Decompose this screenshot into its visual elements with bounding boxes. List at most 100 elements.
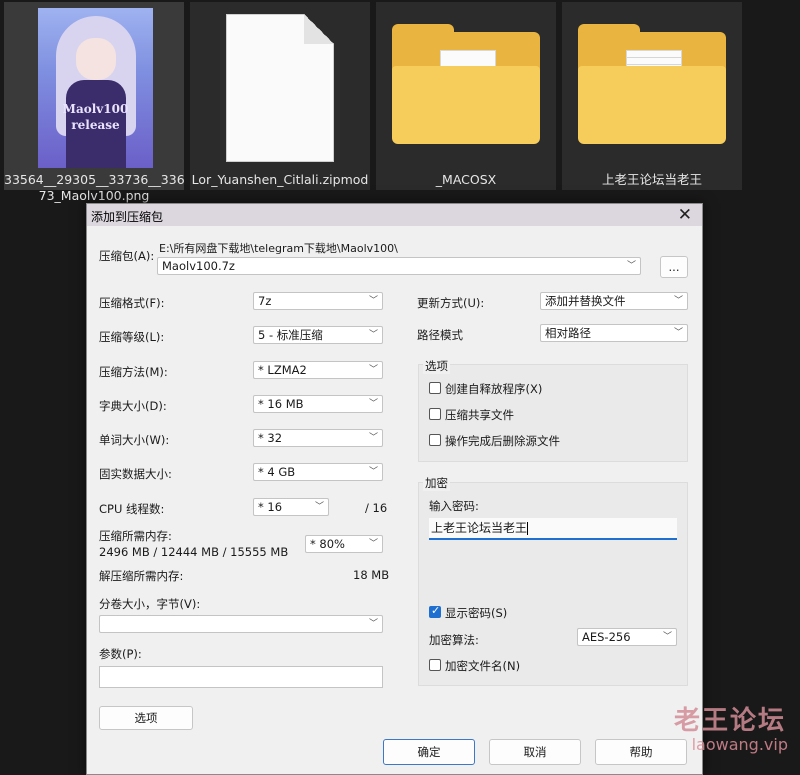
- chevron-down-icon: ﹀: [368, 467, 378, 477]
- path-value: 相对路径: [545, 326, 591, 340]
- path-select[interactable]: 相对路径 ﹀: [540, 324, 688, 342]
- add-to-archive-dialog: 添加到压缩包 ✕ 压缩包(A): E:\所有网盘下载地\telegram下载地\…: [86, 203, 703, 775]
- dict-label: 字典大小(D):: [99, 399, 167, 413]
- dict-value: * 16 MB: [258, 397, 304, 411]
- solid-value: * 4 GB: [258, 465, 296, 479]
- update-select[interactable]: 添加并替换文件 ﹀: [540, 292, 688, 310]
- split-select[interactable]: ﹀: [99, 615, 383, 633]
- thumbnail-watermark-text: Maolv100: [62, 102, 129, 116]
- file-name: _MACOSX: [435, 172, 497, 187]
- update-value: 添加并替换文件: [545, 294, 626, 308]
- format-value: 7z: [258, 294, 272, 308]
- site-watermark: 老王论坛: [673, 706, 786, 736]
- chevron-down-icon: ﹀: [368, 296, 378, 306]
- encrypt-names-label[interactable]: 加密文件名(N): [445, 658, 520, 674]
- archive-name: Maolv100.7z: [162, 259, 235, 273]
- sfx-checkbox[interactable]: [429, 382, 441, 394]
- encrypt-names-checkbox[interactable]: [429, 659, 441, 671]
- shared-checkbox[interactable]: [429, 408, 441, 420]
- algo-label: 加密算法:: [429, 633, 479, 647]
- file-name: Lor_Yuanshen_Citlali.zipmod: [191, 172, 369, 187]
- chevron-down-icon: ﹀: [368, 365, 378, 375]
- archive-path: E:\所有网盘下载地\telegram下载地\Maolv100\: [159, 242, 398, 255]
- sfx-label[interactable]: 创建自释放程序(X): [445, 381, 542, 397]
- file-name: 73_Maolv100.png: [38, 188, 150, 203]
- word-select[interactable]: * 32 ﹀: [253, 429, 383, 447]
- chevron-down-icon: ﹀: [662, 632, 672, 642]
- word-value: * 32: [258, 431, 283, 445]
- options-group-title: 选项: [423, 358, 450, 374]
- method-value: * LZMA2: [258, 363, 307, 377]
- chevron-down-icon: ﹀: [368, 433, 378, 443]
- password-value: 上老王论坛当老王: [431, 521, 528, 535]
- chevron-down-icon: ﹀: [673, 296, 683, 306]
- dict-select[interactable]: * 16 MB ﹀: [253, 395, 383, 413]
- site-watermark-url: laowang.vip: [691, 735, 788, 754]
- threads-total: / 16: [365, 501, 388, 515]
- dialog-titlebar[interactable]: 添加到压缩包 ✕: [87, 204, 702, 226]
- split-label: 分卷大小，字节(V):: [99, 597, 201, 611]
- chevron-down-icon: ﹀: [673, 328, 683, 338]
- folder-icon: [578, 24, 726, 144]
- algo-select[interactable]: AES-256 ﹀: [577, 628, 677, 646]
- format-label: 压缩格式(F):: [99, 296, 165, 310]
- shared-label[interactable]: 压缩共享文件: [445, 407, 514, 423]
- mem-percent-value: * 80%: [310, 537, 345, 551]
- mem-decomp-label: 解压缩所需内存:: [99, 569, 184, 583]
- algo-value: AES-256: [582, 630, 631, 644]
- method-label: 压缩方法(M):: [99, 365, 168, 379]
- encryption-group-title: 加密: [423, 475, 450, 491]
- browse-button[interactable]: ...: [660, 256, 688, 278]
- update-label: 更新方式(U):: [417, 296, 485, 310]
- path-label: 路径模式: [417, 328, 463, 342]
- document-icon: [226, 14, 334, 162]
- chevron-down-icon: ﹀: [368, 330, 378, 340]
- file-tile-image[interactable]: Maolv100 release 33564__29305__33736__33…: [4, 2, 185, 203]
- ok-button[interactable]: 确定: [383, 739, 475, 765]
- archive-name-combo[interactable]: Maolv100.7z ﹀: [157, 257, 641, 275]
- chevron-down-icon: ﹀: [368, 539, 378, 549]
- dialog-title: 添加到压缩包: [91, 210, 164, 224]
- thumbnail-watermark-text: release: [71, 118, 120, 132]
- threads-value: * 16: [258, 500, 283, 514]
- mem-decomp-value: 18 MB: [353, 568, 390, 582]
- cancel-button[interactable]: 取消: [489, 739, 581, 765]
- level-value: 5 - 标准压缩: [258, 328, 323, 342]
- show-password-label[interactable]: 显示密码(S): [445, 605, 507, 621]
- chevron-down-icon: ﹀: [626, 261, 636, 271]
- file-tile-document[interactable]: Lor_Yuanshen_Citlali.zipmod: [190, 2, 370, 190]
- threads-select[interactable]: * 16 ﹀: [253, 498, 329, 516]
- solid-select[interactable]: * 4 GB ﹀: [253, 463, 383, 481]
- chevron-down-icon: ﹀: [314, 502, 324, 512]
- file-tile-folder[interactable]: _MACOSX: [376, 2, 556, 190]
- password-label: 输入密码:: [429, 499, 479, 513]
- level-label: 压缩等级(L):: [99, 330, 165, 344]
- password-input[interactable]: 上老王论坛当老王: [429, 518, 677, 540]
- params-input[interactable]: [99, 666, 383, 688]
- archive-label: 压缩包(A):: [99, 249, 155, 263]
- delete-source-label[interactable]: 操作完成后删除源文件: [445, 433, 560, 449]
- folder-icon: [392, 24, 540, 144]
- file-tile-folder[interactable]: 上老王论坛当老王: [562, 2, 742, 190]
- file-name: 上老王论坛当老王: [601, 172, 702, 187]
- method-select[interactable]: * LZMA2 ﹀: [253, 361, 383, 379]
- solid-label: 固实数据大小:: [99, 467, 172, 481]
- image-thumbnail: Maolv100 release: [38, 8, 153, 168]
- help-button[interactable]: 帮助: [595, 739, 687, 765]
- word-label: 单词大小(W):: [99, 433, 170, 447]
- mem-percent-select[interactable]: * 80% ﹀: [305, 535, 383, 553]
- mem-comp-values: 2496 MB / 12444 MB / 15555 MB: [99, 545, 289, 559]
- file-name: 33564__29305__33736__336: [4, 172, 185, 187]
- format-select[interactable]: 7z ﹀: [253, 292, 383, 310]
- show-password-checkbox[interactable]: [429, 604, 441, 618]
- chevron-down-icon: ﹀: [368, 399, 378, 409]
- chevron-down-icon: ﹀: [368, 619, 378, 629]
- threads-label: CPU 线程数:: [99, 502, 165, 516]
- params-label: 参数(P):: [99, 647, 142, 661]
- delete-source-checkbox[interactable]: [429, 434, 441, 446]
- mem-comp-label: 压缩所需内存:: [99, 529, 172, 543]
- options-button[interactable]: 选项: [99, 706, 193, 730]
- level-select[interactable]: 5 - 标准压缩 ﹀: [253, 326, 383, 344]
- text-caret: [527, 522, 529, 535]
- close-icon[interactable]: ✕: [678, 205, 692, 225]
